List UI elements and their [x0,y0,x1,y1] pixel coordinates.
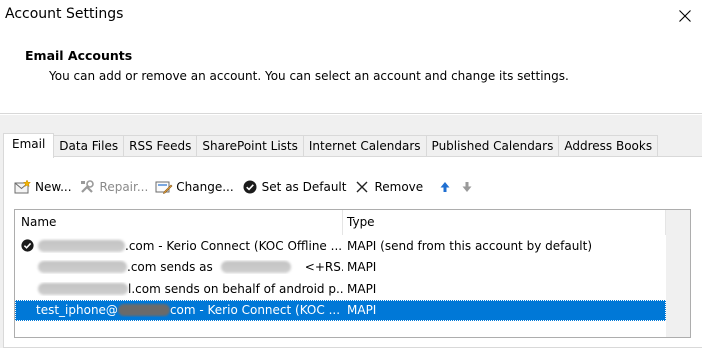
redacted-text [38,239,125,252]
account-name: .com sends as [127,260,213,275]
email-tab-panel: New... Repair... Change... Set as Defaul… [3,156,702,348]
dialog-body: Email Data Files RSS Feeds SharePoint Li… [0,115,702,348]
tab-internet-calendars[interactable]: Internet Calendars [302,135,427,157]
account-type: MAPI [347,281,377,296]
remove-label: Remove [374,180,424,194]
tab-strip: Email Data Files RSS Feeds SharePoint Li… [3,133,659,158]
account-name-suffix: <+RS... [304,260,343,275]
tab-rss-feeds[interactable]: RSS Feeds [123,135,198,157]
tab-data-files[interactable]: Data Files [53,135,125,157]
account-name: l.com sends on behalf of android p... [128,281,343,296]
repair-button[interactable]: Repair... [79,177,149,197]
account-row[interactable]: l.com sends on behalf of android p... MA… [15,278,666,300]
new-account-icon [14,178,32,196]
title-bar: Account Settings [0,0,702,34]
redacted-text [117,304,170,317]
arrow-up-icon [436,178,454,196]
window-title: Account Settings [5,6,124,22]
default-account-icon [18,238,36,253]
change-account-icon [155,178,173,196]
account-name-cell: .com sends as <+RS... [15,260,343,274]
account-type: MAPI [347,260,377,275]
change-button[interactable]: Change... [155,177,234,197]
move-down-button[interactable] [458,177,476,197]
account-name-cell: test_iphone@ com - Kerio Connect (KOC ..… [15,303,343,317]
account-name: .com - Kerio Connect (KOC Offline ... [125,238,343,253]
tab-sharepoint-lists[interactable]: SharePoint Lists [196,135,304,157]
account-row[interactable]: .com sends as <+RS... MAPI [15,257,666,279]
tab-published-calendars[interactable]: Published Calendars [425,135,560,157]
set-as-default-button[interactable]: Set as Default [241,177,347,197]
wrench-icon [79,178,97,196]
redacted-text [220,261,291,274]
move-up-button[interactable] [436,177,454,197]
account-row[interactable]: .com - Kerio Connect (KOC Offline ... MA… [15,235,666,257]
account-type: MAPI [347,303,377,318]
redacted-text [38,261,127,274]
section-description: You can add or remove an account. You ca… [49,69,569,83]
list-header: Name Type [15,210,666,235]
column-header-name[interactable]: Name [15,210,343,235]
close-button[interactable] [672,4,698,28]
remove-x-icon [353,178,371,196]
new-account-button[interactable]: New... [14,177,72,197]
list-rows: .com - Kerio Connect (KOC Offline ... MA… [15,235,666,321]
account-name-cell: .com - Kerio Connect (KOC Offline ... [15,238,343,253]
account-type: MAPI (send from this account by default) [347,238,593,253]
change-label: Change... [176,180,234,194]
account-row-selected[interactable]: test_iphone@ com - Kerio Connect (KOC ..… [15,299,666,321]
accounts-list[interactable]: Name Type .com - Kerio Connect (KOC Offl… [14,209,691,338]
repair-label: Repair... [99,180,149,194]
arrow-down-icon [458,178,476,196]
tab-address-books[interactable]: Address Books [558,135,659,157]
checkmark-circle-icon [241,178,259,196]
redacted-text [38,282,128,295]
account-toolbar: New... Repair... Change... Set as Defaul… [14,177,483,197]
tab-email[interactable]: Email [3,133,55,158]
new-account-label: New... [35,180,72,194]
vertical-scrollbar[interactable] [666,210,690,337]
section-heading: Email Accounts [25,48,133,63]
dialog-header: Email Accounts You can add or remove an … [0,34,702,114]
close-icon [679,10,691,22]
column-header-type[interactable]: Type [343,210,666,235]
remove-button[interactable]: Remove [353,177,423,197]
set-as-default-label: Set as Default [261,180,347,194]
account-name-cell: l.com sends on behalf of android p... [15,282,343,296]
account-name-suffix: com - Kerio Connect (KOC ... [169,303,341,318]
account-name: test_iphone@ [36,303,118,318]
